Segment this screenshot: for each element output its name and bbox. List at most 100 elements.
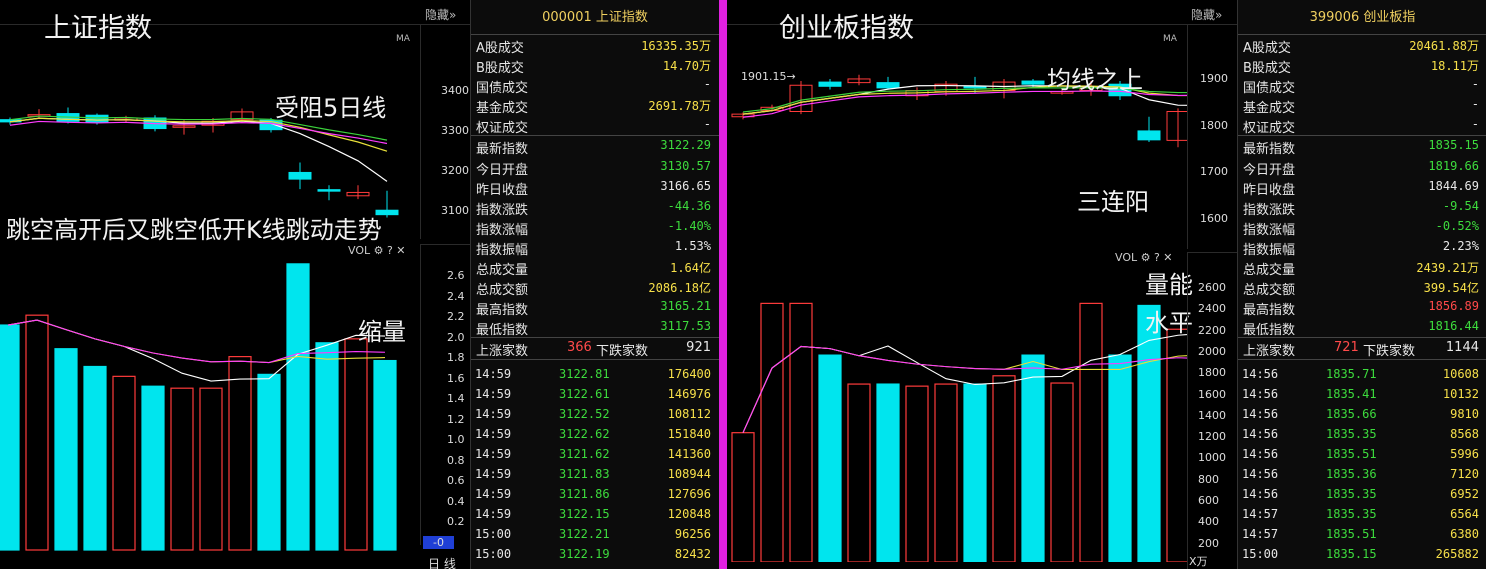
left-candlestick-chart[interactable] <box>0 24 420 239</box>
info-label: 总成交量 <box>1243 263 1296 279</box>
candle-body <box>1021 80 1045 85</box>
left-info-panel: 000001 上证指数 A股成交 16335.35万 B股成交 14.70万 国债成交 -… <box>470 0 719 569</box>
left-bottom-tab[interactable]: 日 线 <box>428 555 456 569</box>
trade-row: 14:59 3121.62 141360 <box>471 444 719 464</box>
left-chart-panel: 上证指数 隐藏» MA 受阻5日线 跳空高开后又跳空低开K线跳动走势 缩量 VO… <box>0 0 470 569</box>
axis-tick-label: 2.0 <box>447 330 465 344</box>
left-volume-tools[interactable]: VOL ⚙ ? ✕ <box>348 244 406 257</box>
annotation-gap: 跳空高开后又跳空低开K线跳动走势 <box>6 216 382 244</box>
ma-line-0 <box>9 117 388 182</box>
axis-tick-label: 1800 <box>1200 118 1228 132</box>
axis-tick-label: 2400 <box>1198 302 1226 316</box>
volume-bar <box>141 385 165 551</box>
trade-volume: 6380 <box>1450 526 1479 541</box>
down-count: 1144 <box>1445 340 1479 356</box>
trade-price: 3121.83 <box>559 466 610 481</box>
info-value: 3166.65 <box>660 178 711 193</box>
tick-trade-list: 14:59 3122.81 176400 14:59 3122.61 146976 14:5… <box>471 358 719 564</box>
info-label: 总成交额 <box>476 283 529 299</box>
annotation-volume-1: 量能 <box>1145 271 1193 299</box>
trade-row: 14:59 3122.15 120848 <box>471 504 719 524</box>
info-value: 18.11万 <box>1430 59 1479 74</box>
info-value: 399.54亿 <box>1423 281 1479 296</box>
info-row: 总成交量 2439.21万 <box>1238 257 1486 279</box>
trade-row: 14:59 3122.61 146976 <box>471 384 719 404</box>
info-label: 指数振幅 <box>476 242 529 258</box>
axis-tick-label: 600 <box>1198 494 1219 507</box>
trade-row: 14:59 3122.81 176400 <box>471 364 719 384</box>
right-volume-chart[interactable] <box>727 262 1187 562</box>
trade-volume: 9810 <box>1450 406 1479 421</box>
volume-bar <box>847 383 871 562</box>
info-row: 最新指数 3122.29 <box>471 135 719 157</box>
info-row: A股成交 16335.35万 <box>471 35 719 56</box>
up-count-label: 上涨家数 <box>476 344 529 360</box>
right-info-header: 399006 创业板指 <box>1238 0 1486 35</box>
info-row: 国债成交 - <box>471 75 719 97</box>
volume-bar <box>1021 354 1045 562</box>
trade-volume: 6952 <box>1450 486 1479 501</box>
trade-price: 1835.36 <box>1326 466 1377 481</box>
axis-tick-label: 1200 <box>1198 430 1226 444</box>
trade-row: 15:00 3122.21 96256 <box>471 524 719 544</box>
trade-row: 14:59 3121.86 127696 <box>471 484 719 504</box>
axis-tick-label: 1.0 <box>447 433 465 446</box>
right-volume-tools[interactable]: VOL ⚙ ? ✕ <box>1115 251 1173 264</box>
axis-tick-label: 2.6 <box>447 269 465 282</box>
tick-trade-list: 14:56 1835.71 10608 14:56 1835.41 10132 14:56 1… <box>1238 358 1486 564</box>
axis-tick-label: 2200 <box>1198 323 1226 337</box>
left-volume-chart[interactable] <box>0 254 420 554</box>
left-info-header: 000001 上证指数 <box>471 0 719 35</box>
axis-tick-label: 1900 <box>1200 72 1228 85</box>
info-row: B股成交 14.70万 <box>471 55 719 76</box>
trade-time: 14:56 <box>1242 406 1279 421</box>
right-hide-button[interactable]: 隐藏» <box>1191 6 1222 23</box>
volume-bar <box>963 383 987 562</box>
info-value: 2.23% <box>1442 238 1479 253</box>
volume-bar <box>1079 302 1103 562</box>
info-value: 1844.69 <box>1428 178 1479 193</box>
trade-time: 14:59 <box>475 506 512 521</box>
info-value: -1.40% <box>667 218 711 233</box>
axis-tick-label: 0.6 <box>447 474 465 487</box>
info-label: 最新指数 <box>1243 142 1296 158</box>
trade-price: 1835.51 <box>1326 446 1377 461</box>
info-row: 指数涨跌 -9.54 <box>1238 197 1486 218</box>
info-value: -44.36 <box>667 198 711 213</box>
volume-bar <box>1108 354 1132 562</box>
info-value: 2439.21万 <box>1416 261 1479 276</box>
info-label: 指数涨跌 <box>476 202 529 218</box>
info-label: 今日开盘 <box>476 162 529 178</box>
info-label: 国债成交 <box>476 81 529 97</box>
trade-row: 14:56 1835.66 9810 <box>1238 404 1486 424</box>
right-price-axis: 1900 1800 1700 1600 <box>1187 24 1237 249</box>
axis-tick-label: 1800 <box>1198 366 1226 380</box>
trade-price: 1835.35 <box>1326 486 1377 501</box>
info-value: 1856.89 <box>1428 299 1479 314</box>
volume-bar <box>992 375 1016 562</box>
volume-bar <box>170 387 194 551</box>
axis-tick-label: 200 <box>1198 536 1219 550</box>
info-label: 最低指数 <box>1243 323 1296 339</box>
candle-body <box>1137 130 1161 141</box>
axis-tick-label: 1.8 <box>447 351 465 364</box>
axis-tick-label: 0.2 <box>447 515 465 528</box>
annotation-three-up: 三连阳 <box>1077 188 1149 216</box>
trade-volume: 7120 <box>1450 466 1479 481</box>
trade-volume: 108944 <box>667 466 711 481</box>
left-hide-button[interactable]: 隐藏» <box>425 6 456 23</box>
trade-time: 14:56 <box>1242 446 1279 461</box>
info-row: 国债成交 - <box>1238 75 1486 97</box>
down-count-label: 下跌家数 <box>596 344 649 360</box>
info-label: 国债成交 <box>1243 81 1296 97</box>
axis-tick-label: 1000 <box>1198 451 1226 465</box>
trade-time: 14:56 <box>1242 386 1279 401</box>
trade-price: 1835.66 <box>1326 406 1377 421</box>
trade-volume: 265882 <box>1435 546 1479 561</box>
trade-row: 14:59 3122.62 151840 <box>471 424 719 444</box>
volume-bar <box>876 383 900 562</box>
trade-price: 1835.51 <box>1326 526 1377 541</box>
info-label: 指数涨幅 <box>476 222 529 238</box>
info-row: 最低指数 3117.53 <box>471 317 719 338</box>
info-label: 基金成交 <box>1243 101 1296 117</box>
